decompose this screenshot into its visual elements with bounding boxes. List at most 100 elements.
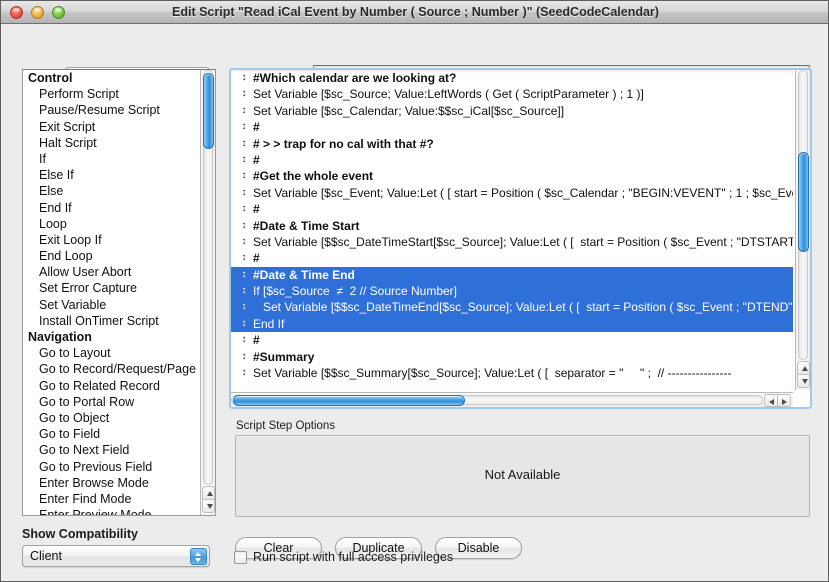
script-step-item[interactable]: Go to Next Field <box>23 442 199 458</box>
not-available-text: Not Available <box>484 467 561 482</box>
scroll-down-button[interactable] <box>797 374 810 388</box>
scroll-right-button[interactable] <box>777 394 791 407</box>
scrollbar-thumb[interactable] <box>233 395 465 406</box>
script-step-item[interactable]: Exit Script <box>23 119 199 135</box>
scroll-left-button[interactable] <box>764 394 778 407</box>
drag-handle-icon[interactable]: ↕ <box>239 365 249 381</box>
compatibility-select[interactable]: Client <box>22 545 210 567</box>
drag-handle-icon[interactable]: ↕ <box>239 332 249 348</box>
script-step-text: Set Variable [$$sc_Summary[$sc_Source]; … <box>253 366 732 381</box>
script-editor-vscrollbar[interactable] <box>795 70 810 390</box>
scrollbar-thumb[interactable] <box>798 152 809 252</box>
script-step-item[interactable]: Perform Script <box>23 86 199 102</box>
script-step-row[interactable]: ↕ # <box>231 250 793 266</box>
drag-handle-icon[interactable]: ↕ <box>239 316 249 332</box>
full-access-checkbox[interactable] <box>234 551 247 564</box>
compatibility-select-value: Client <box>30 549 62 563</box>
drag-handle-icon[interactable]: ↕ <box>239 185 249 201</box>
drag-handle-icon[interactable]: ↕ <box>239 103 249 119</box>
drag-handle-icon[interactable]: ↕ <box>239 70 249 86</box>
script-step-text: # <box>253 152 260 167</box>
script-step-row[interactable]: ↕ # <box>231 201 793 217</box>
script-editor-hscrollbar[interactable] <box>231 392 793 407</box>
script-steps-list-scrollbar[interactable] <box>200 70 215 515</box>
script-step-row[interactable]: ↕ #Get the whole event <box>231 168 793 184</box>
script-step-row[interactable]: ↕ Set Variable [$$sc_DateTimeStart[$sc_So… <box>231 234 794 250</box>
drag-handle-icon[interactable]: ↕ <box>239 234 249 250</box>
script-step-item[interactable]: End Loop <box>23 248 199 264</box>
scrollbar-stepper-buttons[interactable] <box>764 394 792 407</box>
drag-handle-icon[interactable]: ↕ <box>239 152 249 168</box>
scroll-down-button[interactable] <box>202 499 215 513</box>
script-step-item[interactable]: Pause/Resume Script <box>23 102 199 118</box>
script-step-item[interactable]: Go to Field <box>23 426 199 442</box>
drag-handle-icon[interactable]: ↕ <box>239 201 249 217</box>
script-step-text: # <box>253 120 260 135</box>
script-step-item[interactable]: Exit Loop If <box>23 232 199 248</box>
drag-handle-icon[interactable]: ↕ <box>239 299 249 315</box>
script-step-item[interactable]: Go to Portal Row <box>23 394 199 410</box>
drag-handle-icon[interactable]: ↕ <box>239 119 249 135</box>
drag-handle-icon[interactable]: ↕ <box>239 283 249 299</box>
script-editor[interactable]: ↕ #Which calendar are we looking at? ↕ Set … <box>229 68 812 409</box>
script-step-item[interactable]: Go to Layout <box>23 345 199 361</box>
script-step-item[interactable]: If <box>23 151 199 167</box>
script-step-item[interactable]: Go to Previous Field <box>23 459 199 475</box>
script-step-row[interactable]: ↕ End If <box>231 315 793 333</box>
script-step-item[interactable]: Else If <box>23 167 199 183</box>
script-step-text: If [$sc_Source ≠ 2 // Source Number] <box>253 284 458 299</box>
scrollbar-stepper-buttons[interactable] <box>797 361 810 389</box>
script-step-item[interactable]: End If <box>23 200 199 216</box>
script-step-row[interactable]: ↕ #Summary <box>231 349 793 365</box>
drag-handle-icon[interactable]: ↕ <box>239 349 249 365</box>
script-step-row[interactable]: ↕ If [$sc_Source ≠ 2 // Source Number] <box>231 283 793 300</box>
script-step-item[interactable]: Allow User Abort <box>23 264 199 280</box>
script-step-item[interactable]: Go to Related Record <box>23 378 199 394</box>
script-step-item[interactable]: Enter Find Mode <box>23 491 199 507</box>
drag-handle-icon[interactable]: ↕ <box>239 86 249 102</box>
script-step-text: End If <box>253 316 285 331</box>
script-step-item[interactable]: Set Error Capture <box>23 280 199 296</box>
script-step-row[interactable]: ↕ #Which calendar are we looking at? <box>231 70 793 86</box>
script-step-row[interactable]: ↕ Set Variable [$$sc_Summary[$sc_Source];… <box>231 365 793 381</box>
script-step-row[interactable]: ↕ Set Variable [$sc_Calendar; Value:$$sc_… <box>231 103 793 119</box>
script-step-row[interactable]: ↕ # <box>231 332 793 348</box>
script-steps-list-items: Control Perform Script Pause/Resume Script… <box>23 70 199 515</box>
script-step-item[interactable]: Go to Record/Request/Page <box>23 361 199 377</box>
script-step-item[interactable]: Halt Script <box>23 135 199 151</box>
script-step-row[interactable]: ↕ Set Variable [$$sc_DateTimeEnd[$sc_Sou… <box>231 299 793 316</box>
script-steps-list[interactable]: Control Perform Script Pause/Resume Script… <box>22 69 216 516</box>
script-step-row[interactable]: ↕ # > > trap for no cal with that #? <box>231 136 793 152</box>
script-step-text: Set Variable [$sc_Source; Value:LeftWord… <box>253 87 644 102</box>
script-step-item[interactable]: Install OnTimer Script <box>23 313 199 329</box>
script-step-row[interactable]: ↕ #Date & Time Start <box>231 218 793 234</box>
script-step-category[interactable]: Navigation <box>23 329 199 345</box>
script-step-options-pane: Not Available <box>235 435 810 517</box>
drag-handle-icon[interactable]: ↕ <box>239 267 249 283</box>
drag-handle-icon[interactable]: ↕ <box>239 250 249 266</box>
scroll-up-button[interactable] <box>797 361 810 375</box>
drag-handle-icon[interactable]: ↕ <box>239 218 249 234</box>
show-compatibility-label: Show Compatibility <box>22 527 138 541</box>
script-step-row[interactable]: ↕ # <box>231 152 793 168</box>
scrollbar-stepper-buttons[interactable] <box>202 486 215 514</box>
drag-handle-icon[interactable]: ↕ <box>239 168 249 184</box>
script-step-text: # <box>253 251 260 266</box>
script-step-row[interactable]: ↕ # <box>231 119 793 135</box>
script-step-item[interactable]: Go to Object <box>23 410 199 426</box>
scrollbar-thumb[interactable] <box>203 73 214 149</box>
script-step-row[interactable]: ↕ Set Variable [$sc_Source; Value:LeftWor… <box>231 86 793 102</box>
script-step-item[interactable]: Enter Preview Mode <box>23 507 199 515</box>
script-step-item[interactable]: Set Variable <box>23 297 199 313</box>
script-step-item[interactable]: Enter Browse Mode <box>23 475 199 491</box>
drag-handle-icon[interactable]: ↕ <box>239 136 249 152</box>
script-step-category[interactable]: Control <box>23 70 199 86</box>
script-step-item[interactable]: Else <box>23 183 199 199</box>
script-step-row[interactable]: ↕ Set Variable [$sc_Event; Value:Let ( [ … <box>231 185 794 201</box>
script-step-rows[interactable]: ↕ #Which calendar are we looking at? ↕ Set … <box>231 70 793 390</box>
script-step-item[interactable]: Loop <box>23 216 199 232</box>
scroll-up-button[interactable] <box>202 486 215 500</box>
script-step-text: Set Variable [$$sc_DateTimeStart[$sc_Sou… <box>253 234 793 249</box>
script-step-text: #Date & Time Start <box>253 218 360 233</box>
script-step-row[interactable]: ↕ #Date & Time End <box>231 266 793 284</box>
